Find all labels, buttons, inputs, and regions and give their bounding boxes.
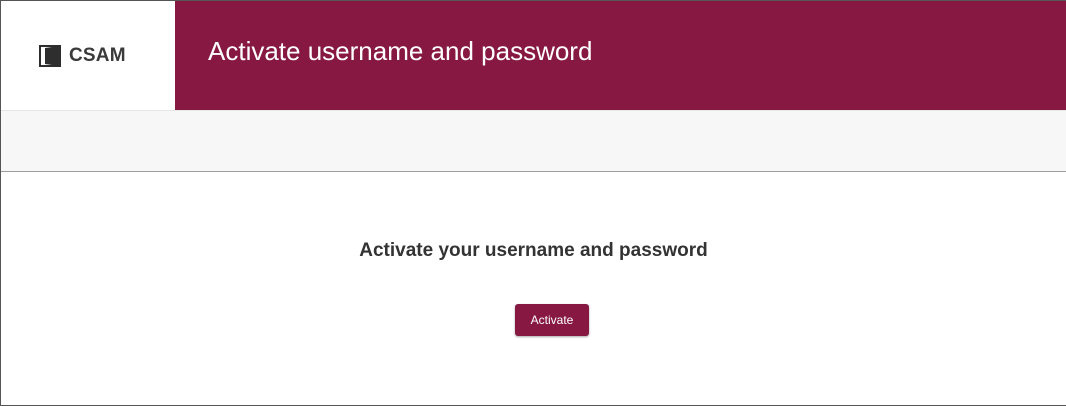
main-content: Activate your username and password Acti… <box>1 172 1066 405</box>
activate-button[interactable]: Activate <box>515 304 589 336</box>
csam-door-logo-icon <box>37 44 63 67</box>
page-title: Activate username and password <box>208 36 593 66</box>
page-frame: CSAM Activate username and password Acti… <box>0 0 1066 406</box>
logo-text: CSAM <box>69 44 126 66</box>
content-heading: Activate your username and password <box>359 240 708 261</box>
header: CSAM Activate username and password <box>1 1 1066 110</box>
logo[interactable]: CSAM <box>1 1 175 110</box>
title-banner: Activate username and password <box>175 1 1066 110</box>
sub-bar <box>1 110 1066 172</box>
